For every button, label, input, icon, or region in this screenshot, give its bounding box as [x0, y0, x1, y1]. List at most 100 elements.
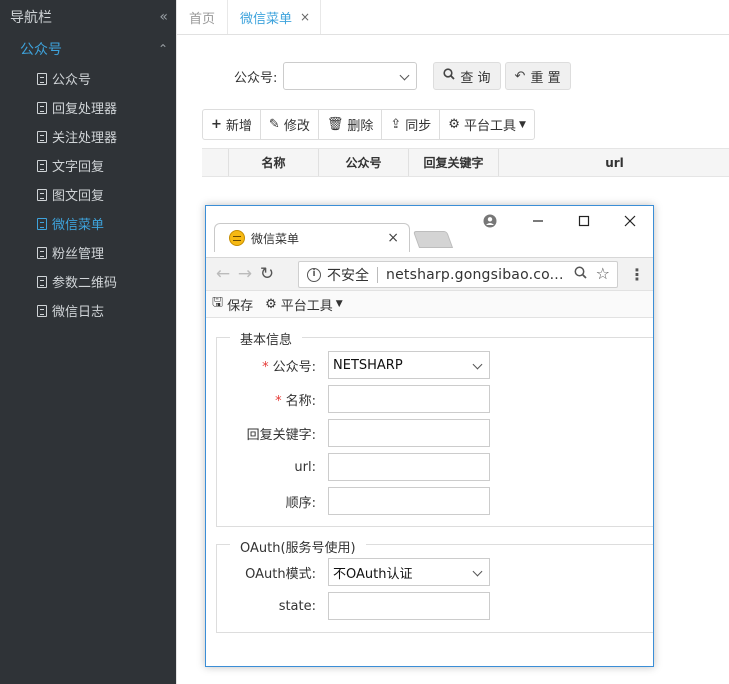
query-button[interactable]: 查 询: [433, 62, 501, 90]
back-icon[interactable]: ←: [212, 264, 234, 284]
new-tab-button[interactable]: [412, 231, 454, 248]
browser-menu-icon[interactable]: ⋮: [629, 265, 645, 284]
edit-label: 修改: [283, 119, 310, 134]
sidebar-item-label: 公众号: [52, 73, 92, 88]
gongzhonghao-select[interactable]: [283, 62, 418, 90]
field-label: url:: [294, 459, 316, 475]
sidebar-item-wechat-menu[interactable]: 微信菜单: [0, 209, 176, 238]
maximize-window-icon[interactable]: [570, 210, 598, 232]
document-icon: [37, 159, 47, 172]
upload-icon: ⇪: [390, 117, 402, 132]
grid-checkbox-column[interactable]: [202, 149, 229, 176]
caret-down-icon: ▼: [518, 119, 526, 130]
oauth-mode-value: 不OAuth认证: [333, 566, 413, 582]
browser-navbar: ← → ↻ i 不安全 netsharp.gongsibao.co... ☆ ⋮: [206, 257, 653, 290]
column-header-url[interactable]: url: [499, 149, 729, 176]
tab-bar: 首页 微信菜单 ×: [177, 0, 729, 35]
field-label: * 名称:: [206, 390, 328, 409]
save-label: 保存: [227, 298, 254, 314]
account-select[interactable]: NETSHARP: [328, 351, 490, 379]
sidebar-item-label: 参数二维码: [52, 276, 118, 291]
address-bar[interactable]: i 不安全 netsharp.gongsibao.co... ☆: [298, 261, 618, 288]
chevron-down-icon: [399, 70, 410, 81]
tab-wechat-menu[interactable]: 微信菜单 ×: [228, 0, 322, 34]
sidebar-group-label: 公众号: [20, 42, 62, 58]
caret-down-icon: ▼: [335, 299, 343, 309]
document-icon: [37, 188, 47, 201]
popup-browser-window: 微信菜单 × ← → ↻ i 不安全 netsharp.gongsibao.co…: [205, 205, 654, 667]
sidebar-item-qrcode[interactable]: 参数二维码: [0, 267, 176, 296]
delete-button[interactable]: 🗑 删除: [319, 110, 383, 139]
sidebar-item-gongzhonghao[interactable]: 公众号: [0, 64, 176, 93]
gear-icon: ⚙: [448, 117, 460, 132]
bookmark-star-icon[interactable]: ☆: [596, 264, 610, 283]
platform-label: 平台工具: [463, 119, 516, 134]
address-url: netsharp.gongsibao.co...: [386, 266, 564, 283]
form-row-oauth-mode: OAuth模式: 不OAuth认证: [206, 558, 490, 586]
reset-button-label: 重 置: [530, 70, 561, 86]
search-label: 公众号:: [234, 70, 278, 86]
popup-platform-tools-dropdown[interactable]: ⚙ 平台工具 ▼: [265, 295, 343, 314]
zoom-search-icon[interactable]: [574, 266, 587, 283]
chevron-double-up-icon: ⌃: [157, 42, 168, 56]
sidebar-item-label: 关注处理器: [52, 131, 118, 146]
reload-icon[interactable]: ↻: [256, 264, 278, 284]
undo-icon: ↶: [514, 68, 526, 84]
sidebar-item-label: 图文回复: [52, 189, 105, 204]
oauth-mode-select[interactable]: 不OAuth认证: [328, 558, 490, 586]
sidebar-item-label: 粉丝管理: [52, 247, 105, 262]
reset-button[interactable]: ↶ 重 置: [504, 62, 571, 90]
tab-label: 微信菜单: [240, 11, 293, 27]
column-header-keyword[interactable]: 回复关键字: [409, 149, 499, 176]
sidebar-item-fans[interactable]: 粉丝管理: [0, 238, 176, 267]
trash-icon: 🗑: [326, 117, 344, 132]
sync-button[interactable]: ⇪ 同步: [382, 110, 441, 139]
field-label-text: 公众号:: [272, 359, 316, 375]
edit-button[interactable]: ✎ 修改: [261, 110, 319, 139]
close-window-icon[interactable]: [616, 210, 644, 232]
tab-home[interactable]: 首页: [177, 0, 229, 34]
field-label: * 公众号:: [206, 356, 328, 375]
sidebar-item-log[interactable]: 微信日志: [0, 296, 176, 325]
keyword-input[interactable]: [328, 419, 490, 447]
order-input[interactable]: [328, 487, 490, 515]
sidebar-item-reply-handler[interactable]: 回复处理器: [0, 93, 176, 122]
browser-tab-active[interactable]: 微信菜单 ×: [214, 223, 410, 252]
sidebar-item-news-reply[interactable]: 图文回复: [0, 180, 176, 209]
profile-icon[interactable]: [476, 210, 504, 232]
address-divider: [377, 266, 378, 283]
column-header-account[interactable]: 公众号: [319, 149, 409, 176]
document-icon: [37, 101, 47, 114]
browser-tab-title: 微信菜单: [251, 231, 300, 246]
required-marker: *: [275, 393, 282, 409]
sidebar-title: 导航栏: [10, 10, 52, 26]
sidebar-item-text-reply[interactable]: 文字回复: [0, 151, 176, 180]
save-button[interactable]: 🖫 保存: [212, 293, 253, 315]
search-icon: [443, 68, 456, 84]
form-row-name: * 名称:: [206, 385, 490, 413]
minimize-window-icon[interactable]: [524, 210, 552, 232]
action-toolbar: + 新增 ✎ 修改 🗑 删除 ⇪ 同步 ⚙ 平台工具 ▼: [202, 109, 535, 140]
form-toolbar: 🖫 保存 ⚙ 平台工具 ▼: [206, 290, 653, 318]
column-header-name[interactable]: 名称: [229, 149, 319, 176]
collapse-sidebar-icon[interactable]: «: [159, 9, 168, 25]
document-icon: [37, 304, 47, 317]
sync-label: 同步: [405, 119, 432, 134]
close-browser-tab-icon[interactable]: ×: [387, 230, 399, 246]
sidebar-item-follow-handler[interactable]: 关注处理器: [0, 122, 176, 151]
forward-icon[interactable]: →: [234, 264, 256, 284]
info-icon[interactable]: i: [307, 267, 321, 282]
document-icon: [37, 217, 47, 230]
chevron-down-icon: [472, 566, 483, 577]
sidebar-group-gongzhonghao[interactable]: 公众号 ⌃: [0, 34, 176, 64]
url-input[interactable]: [328, 453, 490, 481]
close-tab-icon[interactable]: ×: [300, 10, 310, 24]
oauth-legend: OAuth(服务号使用): [230, 537, 366, 556]
field-label: OAuth模式:: [245, 566, 316, 582]
required-marker: *: [262, 359, 269, 375]
state-input[interactable]: [328, 592, 490, 620]
name-input[interactable]: [328, 385, 490, 413]
platform-tools-dropdown[interactable]: ⚙ 平台工具 ▼: [440, 110, 534, 139]
sidebar-item-label: 文字回复: [52, 160, 105, 175]
add-button[interactable]: + 新增: [203, 110, 261, 139]
